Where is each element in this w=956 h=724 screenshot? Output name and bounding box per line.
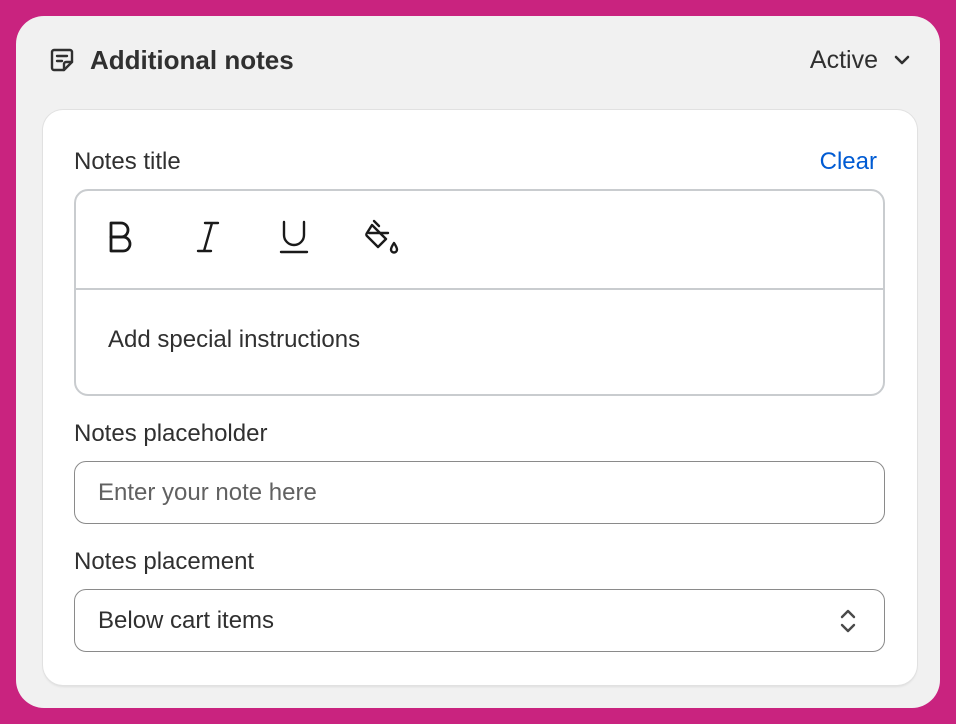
bold-icon: [105, 220, 135, 259]
notes-placement-label: Notes placement: [74, 548, 255, 575]
underline-icon: [278, 219, 310, 260]
chevron-down-icon: [892, 49, 914, 71]
formatting-toolbar: [76, 191, 883, 290]
clear-button[interactable]: Clear: [820, 148, 877, 176]
notes-settings-card: Notes title Clear Add special instructio…: [43, 110, 917, 685]
notes-placement-value: Below cart items: [98, 606, 275, 634]
notes-placeholder-input[interactable]: Enter your note here: [74, 461, 885, 524]
fill-color-button[interactable]: [356, 214, 408, 266]
notes-placement-select[interactable]: Below cart items: [74, 589, 885, 652]
notes-placeholder-label: Notes placeholder: [74, 420, 268, 447]
notes-title-text[interactable]: Add special instructions: [76, 290, 883, 354]
additional-notes-panel: Additional notes Active Notes title Clea…: [16, 16, 940, 708]
italic-icon: [193, 220, 223, 259]
select-updown-icon: [834, 606, 862, 636]
notes-title-editor: Add special instructions: [74, 189, 885, 396]
panel-title: Additional notes: [90, 44, 294, 75]
panel-header: Additional notes Active: [48, 42, 914, 78]
underline-button[interactable]: [268, 214, 320, 266]
status-dropdown[interactable]: Active: [810, 46, 914, 75]
notes-title-label: Notes title: [74, 148, 181, 175]
status-label: Active: [809, 45, 878, 74]
notes-placeholder-value: Enter your note here: [98, 478, 317, 506]
fill-color-icon: [364, 219, 400, 260]
bold-button[interactable]: [94, 214, 146, 266]
note-icon: [48, 46, 76, 74]
italic-button[interactable]: [182, 214, 234, 266]
